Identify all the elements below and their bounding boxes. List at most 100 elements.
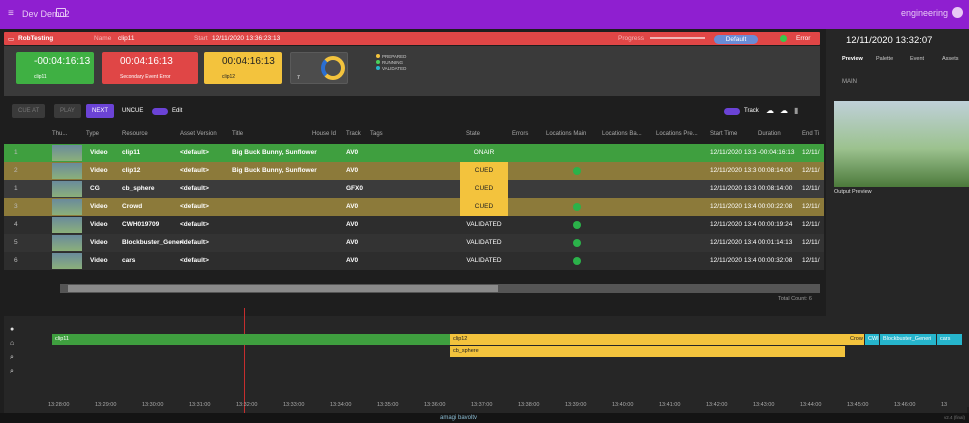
next-card: 00:04:16:13 clip12 <box>204 52 282 84</box>
error-time: 00:04:16:13 <box>120 56 173 67</box>
row-end: 12/11/ <box>802 167 820 174</box>
row-duration: 00:08:14:00 <box>758 167 793 174</box>
tab-assets[interactable]: Assets <box>942 56 959 62</box>
horizontal-scrollbar[interactable] <box>60 284 820 293</box>
name-label: Name <box>94 35 112 42</box>
version-label: v2.4 (final) <box>943 415 965 420</box>
total-value: 7 <box>297 75 300 81</box>
row-track: AV0 <box>346 149 359 156</box>
timeline-clip12[interactable]: clip12 <box>450 334 847 345</box>
row-start: 12/11/2020 13:3 <box>710 185 757 192</box>
row-track: AV0 <box>346 257 359 264</box>
next-asset: clip12 <box>222 74 236 80</box>
row-version: <default> <box>180 149 209 156</box>
timeline-cars[interactable]: cars <box>937 334 962 345</box>
timeline-tick: 13:39:00 <box>565 402 587 408</box>
row-start: 12/11/2020 13:4 <box>710 221 757 228</box>
project-name: RobTesting <box>18 35 54 42</box>
clock: 12/11/2020 13:32:07 <box>846 35 933 46</box>
row-state: VALIDATED <box>466 221 502 228</box>
row-track: AV0 <box>346 203 359 210</box>
row-track: AV0 <box>346 239 359 246</box>
onair-time: -00:04:16:13 <box>34 56 91 67</box>
brand-logo: amagi bavoltv <box>440 415 478 421</box>
next-button[interactable]: NEXT <box>86 104 115 118</box>
row-state: CUED <box>460 180 508 198</box>
onair-card: -00:04:16:13 clip11 <box>16 52 94 84</box>
hamburger-icon[interactable]: ≡ <box>8 8 14 19</box>
location-status-dot <box>573 239 581 247</box>
channel-label: MAIN <box>842 79 857 85</box>
table-row[interactable]: 2 Video clip12 <default> Big Buck Bunny,… <box>4 162 824 180</box>
play-button[interactable]: PLAY <box>54 104 81 118</box>
row-type: Video <box>90 167 108 174</box>
timeline-clip11[interactable]: clip11 <box>52 334 450 345</box>
row-index: 2 <box>14 167 18 174</box>
tab-preview[interactable]: Preview <box>842 56 863 62</box>
timeline-cb-sphere[interactable]: cb_sphere <box>450 346 845 357</box>
zoom-out-icon[interactable]: ⌕ <box>10 368 14 376</box>
location-status-dot <box>573 203 581 211</box>
row-state: CUED <box>460 198 508 216</box>
row-track: AV0 <box>346 221 359 228</box>
user-avatar-icon <box>952 7 963 18</box>
timeline-tick: 13:38:00 <box>518 402 540 408</box>
row-index: 1 <box>14 185 18 192</box>
row-index: 6 <box>14 257 18 264</box>
timeline-tick: 13:30:00 <box>142 402 164 408</box>
uncue-button[interactable]: UNCUE <box>116 104 149 118</box>
cue-at-button[interactable]: CUE AT <box>12 104 46 118</box>
row-thumbnail <box>52 199 82 215</box>
edit-toggle[interactable] <box>152 108 168 115</box>
timeline-crowd[interactable]: Crow <box>847 334 864 345</box>
timeline-tick: 13:35:00 <box>377 402 399 408</box>
table-row[interactable]: 1 Video clip11 <default> Big Buck Bunny,… <box>4 144 824 162</box>
tab-palette[interactable]: Palette <box>876 56 893 62</box>
table-row[interactable]: 3 Video Crowd <default> AV0 CUED 12/11/2… <box>4 198 824 216</box>
table-row[interactable]: 6 Video cars <default> AV0 VALIDATED 12/… <box>4 252 824 270</box>
state-legend: PREPARED RUNNING VALIDATED <box>376 54 406 72</box>
row-end: 12/11/ <box>802 221 820 228</box>
timeline-blockbuster[interactable]: Blockbuster_Generi <box>880 334 936 345</box>
track-toggle[interactable] <box>724 108 740 115</box>
row-start: 12/11/2020 13:4 <box>710 203 757 210</box>
timeline-tick: 13:36:00 <box>424 402 446 408</box>
row-thumbnail <box>52 145 82 161</box>
toolbar: CUE AT PLAY NEXT UNCUE Edit Track ☁ ☁ ▮ <box>4 104 820 120</box>
user-menu[interactable]: engineering <box>901 7 963 18</box>
timeline-cwi[interactable]: CWI <box>865 334 879 345</box>
table-row[interactable]: 1 CG cb_sphere <default> GFX0 CUED 12/11… <box>4 180 824 198</box>
row-type: Video <box>90 203 108 210</box>
progress-label: Progress <box>618 35 645 42</box>
row-type: Video <box>90 257 108 264</box>
row-index: 5 <box>14 239 18 246</box>
row-version: <default> <box>180 185 209 192</box>
tab-event[interactable]: Event <box>910 56 924 62</box>
row-duration: 00:00:32:08 <box>758 257 793 264</box>
row-version: <default> <box>180 239 209 246</box>
timeline-tick: 13:37:00 <box>471 402 493 408</box>
row-thumbnail <box>52 163 82 179</box>
row-version: <default> <box>180 167 209 174</box>
timeline-tick: 13 <box>941 402 948 408</box>
timeline-tick: 13:46:00 <box>894 402 916 408</box>
table-row[interactable]: 4 Video CWH019709 <default> AV0 VALIDATE… <box>4 216 824 234</box>
row-start: 12/11/2020 13:4 <box>710 257 757 264</box>
home-icon[interactable]: ⌂ <box>10 340 14 347</box>
row-resource: clip12 <box>122 167 141 174</box>
row-start: 12/11/2020 13:4 <box>710 239 757 246</box>
row-start: 12/11/2020 13:3 <box>710 149 757 156</box>
cloud-icon[interactable]: ☁ <box>766 106 774 115</box>
error-card[interactable]: 00:04:16:13 Secondary Event Error <box>102 52 198 84</box>
toggle-icon[interactable]: ● <box>10 326 14 333</box>
delete-icon[interactable]: ▮ <box>794 106 798 115</box>
footer: amagi bavoltv v2.4 (final) <box>0 413 969 423</box>
row-duration: 00:08:14:00 <box>758 185 793 192</box>
zoom-in-icon[interactable]: ⌕ <box>10 354 14 362</box>
row-type: Video <box>90 221 108 228</box>
profile-button[interactable]: Default <box>714 35 758 44</box>
row-version: <default> <box>180 203 209 210</box>
table-row[interactable]: 5 Video Blockbuster_Generi <default> AV0… <box>4 234 824 252</box>
calendar-icon[interactable] <box>56 8 66 17</box>
upload-icon[interactable]: ☁ <box>780 106 788 115</box>
